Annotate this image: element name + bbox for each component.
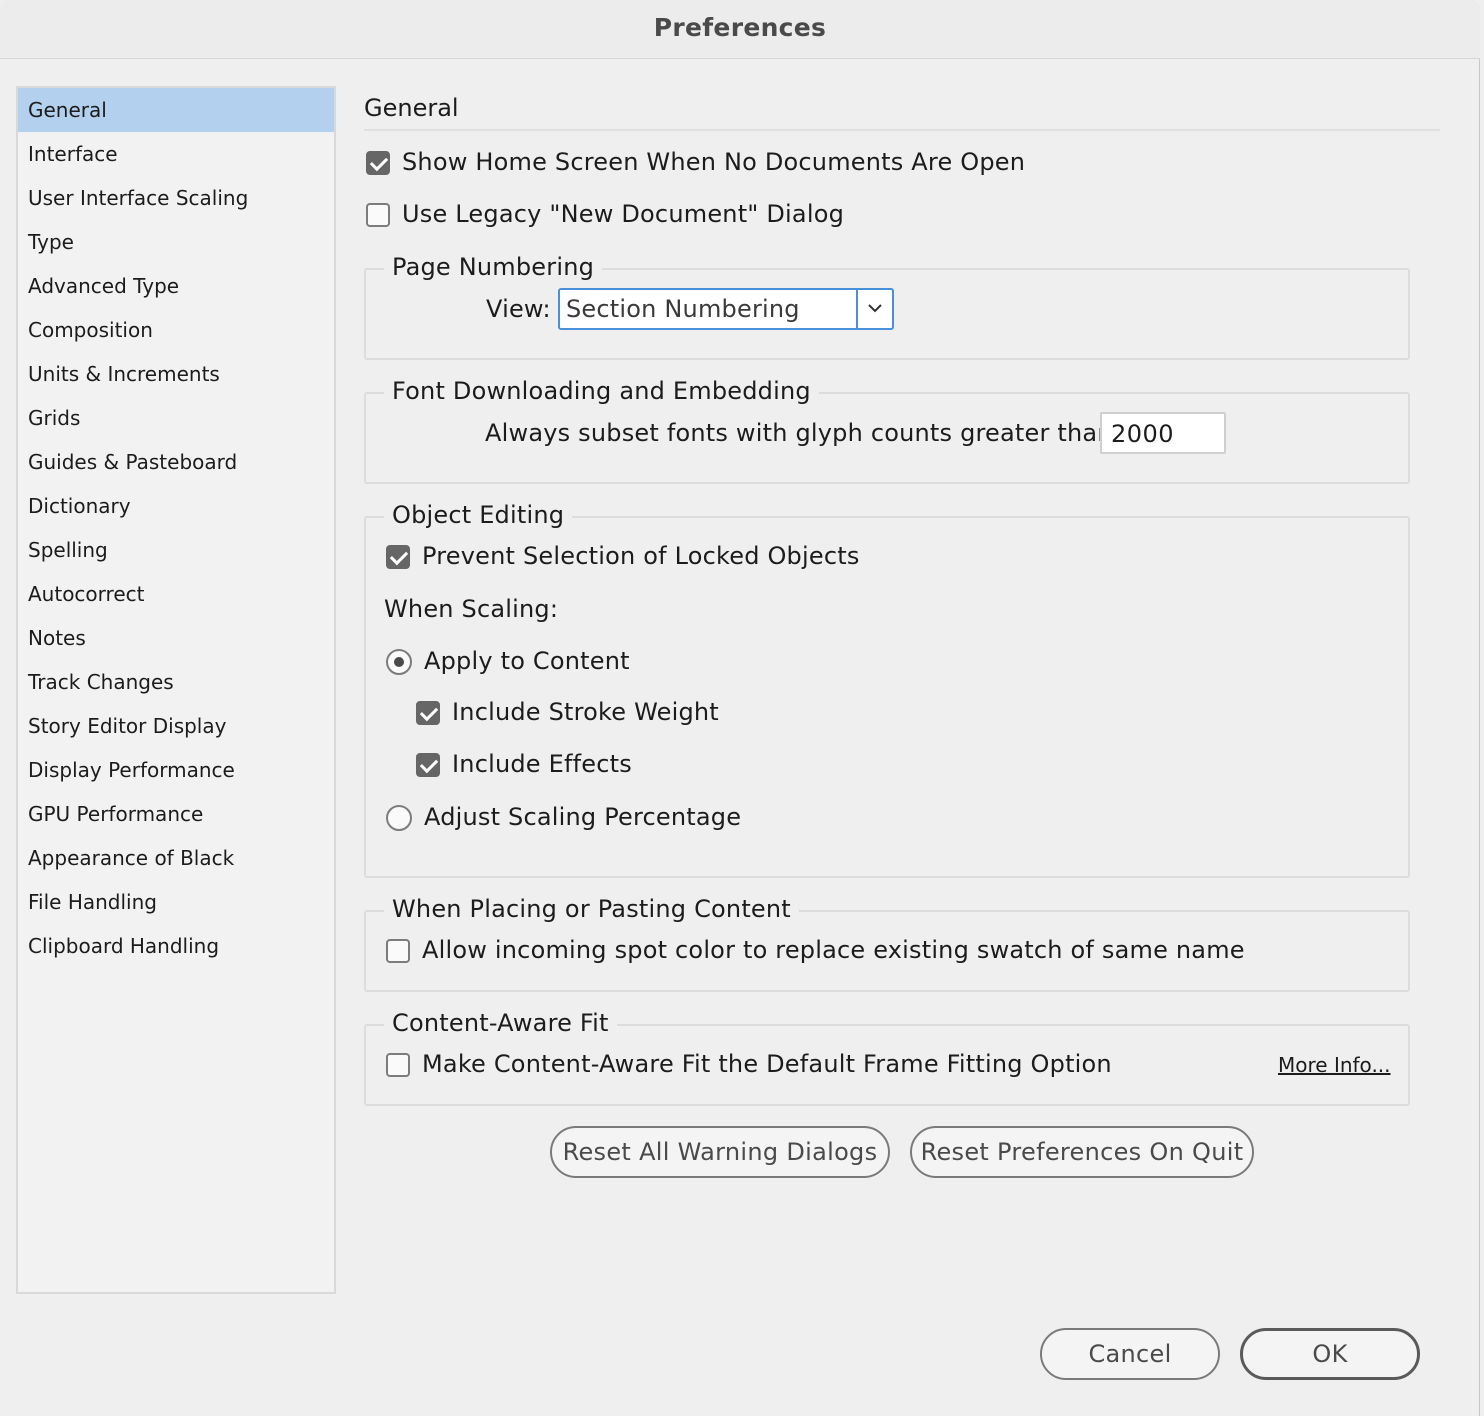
reset-preferences-button[interactable]: Reset Preferences On Quit [910, 1126, 1254, 1178]
when-scaling-label: When Scaling: [384, 595, 559, 623]
preferences-window: Preferences General Interface User Inter… [0, 0, 1480, 1416]
apply-to-content-radio[interactable] [386, 649, 412, 675]
sidebar-item-display-performance[interactable]: Display Performance [18, 748, 334, 792]
prevent-selection-locked-label: Prevent Selection of Locked Objects [422, 542, 860, 570]
content-aware-default-label: Make Content-Aware Fit the Default Frame… [422, 1050, 1112, 1078]
allow-spot-color-checkbox[interactable] [386, 939, 410, 963]
glyph-count-field[interactable]: 2000 [1100, 412, 1226, 454]
sidebar-item-gpu-performance[interactable]: GPU Performance [18, 792, 334, 836]
sidebar-item-clipboard-handling[interactable]: Clipboard Handling [18, 924, 334, 968]
sidebar-item-grids[interactable]: Grids [18, 396, 334, 440]
include-stroke-weight-checkbox[interactable] [416, 701, 440, 725]
placing-content-legend: When Placing or Pasting Content [384, 895, 799, 923]
allow-spot-color-label: Allow incoming spot color to replace exi… [422, 936, 1245, 964]
sidebar: General Interface User Interface Scaling… [16, 86, 336, 1294]
sidebar-item-type[interactable]: Type [18, 220, 334, 264]
title-divider [364, 129, 1440, 131]
sidebar-item-autocorrect[interactable]: Autocorrect [18, 572, 334, 616]
sidebar-item-notes[interactable]: Notes [18, 616, 334, 660]
sidebar-item-user-interface-scaling[interactable]: User Interface Scaling [18, 176, 334, 220]
legacy-new-document-label: Use Legacy "New Document" Dialog [402, 200, 845, 228]
sidebar-item-guides-pasteboard[interactable]: Guides & Pasteboard [18, 440, 334, 484]
apply-to-content-label: Apply to Content [424, 647, 630, 675]
legacy-new-document-checkbox[interactable] [366, 203, 390, 227]
select-divider [856, 290, 858, 328]
title-bar[interactable]: Preferences [0, 0, 1480, 59]
sidebar-item-track-changes[interactable]: Track Changes [18, 660, 334, 704]
sidebar-item-dictionary[interactable]: Dictionary [18, 484, 334, 528]
sidebar-item-story-editor-display[interactable]: Story Editor Display [18, 704, 334, 748]
sidebar-item-interface[interactable]: Interface [18, 132, 334, 176]
ok-button[interactable]: OK [1240, 1328, 1420, 1380]
more-info-link[interactable]: More Info... [1278, 1053, 1391, 1077]
show-home-screen-checkbox[interactable] [366, 151, 390, 175]
reset-warning-dialogs-button[interactable]: Reset All Warning Dialogs [550, 1126, 890, 1178]
sidebar-item-file-handling[interactable]: File Handling [18, 880, 334, 924]
sidebar-item-composition[interactable]: Composition [18, 308, 334, 352]
include-stroke-weight-label: Include Stroke Weight [452, 698, 719, 726]
sidebar-item-advanced-type[interactable]: Advanced Type [18, 264, 334, 308]
sidebar-item-units-increments[interactable]: Units & Increments [18, 352, 334, 396]
include-effects-label: Include Effects [452, 750, 632, 778]
glyph-count-value: 2000 [1111, 420, 1175, 448]
object-editing-legend: Object Editing [384, 501, 573, 529]
sidebar-item-spelling[interactable]: Spelling [18, 528, 334, 572]
adjust-scaling-percentage-label: Adjust Scaling Percentage [424, 803, 742, 831]
page-numbering-legend: Page Numbering [384, 253, 603, 281]
cancel-button[interactable]: Cancel [1040, 1328, 1220, 1380]
font-downloading-legend: Font Downloading and Embedding [384, 377, 819, 405]
page-numbering-view-select[interactable]: Section Numbering [558, 288, 894, 330]
sidebar-item-appearance-of-black[interactable]: Appearance of Black [18, 836, 334, 880]
content-aware-default-checkbox[interactable] [386, 1053, 410, 1077]
panel-title: General [364, 94, 459, 122]
prevent-selection-locked-checkbox[interactable] [386, 545, 410, 569]
page-numbering-view-value: Section Numbering [566, 295, 800, 323]
content-aware-fit-legend: Content-Aware Fit [384, 1009, 617, 1037]
adjust-scaling-percentage-radio[interactable] [386, 805, 412, 831]
sidebar-item-general[interactable]: General [18, 88, 334, 132]
include-effects-checkbox[interactable] [416, 753, 440, 777]
window-title: Preferences [653, 13, 827, 42]
subset-fonts-label: Always subset fonts with glyph counts gr… [485, 419, 1122, 447]
view-label: View: [486, 295, 551, 323]
chevron-down-icon[interactable] [866, 301, 884, 315]
show-home-screen-label: Show Home Screen When No Documents Are O… [402, 148, 1026, 176]
